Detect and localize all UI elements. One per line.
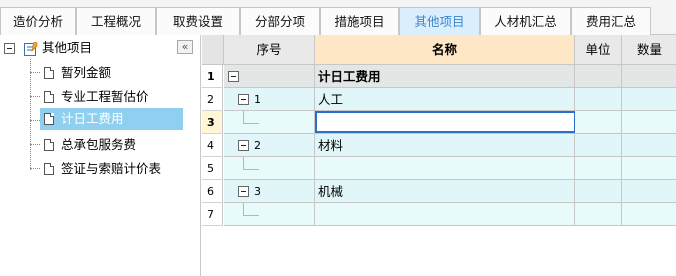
seq-cell[interactable] [224, 203, 315, 226]
seq-value: 1 [254, 93, 261, 106]
tree-connector [243, 215, 259, 216]
tab-labor-material-summary[interactable]: 人材机汇总 [480, 7, 571, 35]
name-cell[interactable] [315, 203, 575, 226]
tree-root[interactable]: 其他项目 [4, 37, 194, 59]
row-number[interactable]: 6 [202, 180, 223, 203]
left-tree-panel: 其他项目 « 暂列金额 专业工程暂估价 计日工费用 总承包服务费 签证与索赔计价… [0, 35, 201, 276]
name-cell[interactable]: 机械 [315, 180, 575, 203]
unit-cell[interactable] [575, 157, 622, 180]
tree-connector [243, 111, 244, 123]
column-header-qty[interactable]: 数量 [622, 35, 676, 65]
document-icon [44, 139, 54, 151]
name-cell[interactable]: 材料 [315, 134, 575, 157]
tab-cost-analysis[interactable]: 造价分析 [0, 7, 76, 35]
tree-connector [243, 123, 259, 124]
seq-cell[interactable]: 1 [224, 88, 315, 111]
qty-cell[interactable] [622, 180, 676, 203]
seq-cell[interactable] [224, 65, 315, 88]
tree-item-provisional-sum[interactable]: 暂列金额 [40, 62, 180, 84]
row-number[interactable]: 7 [202, 203, 223, 226]
folder-list-icon [24, 41, 38, 56]
tree-connector [243, 203, 244, 215]
tree-connector [30, 59, 31, 170]
tree-connector [30, 168, 40, 169]
qty-cell[interactable] [622, 134, 676, 157]
column-header-name[interactable]: 名称 [315, 35, 575, 65]
tree-root-label: 其他项目 [42, 40, 93, 55]
seq-cell[interactable]: 2 [224, 134, 315, 157]
tree-item-label: 总承包服务费 [61, 137, 137, 152]
tree-item-label: 专业工程暂估价 [61, 89, 149, 104]
name-cell[interactable]: 计日工费用 [315, 65, 575, 88]
collapse-panel-button[interactable]: « [177, 40, 193, 54]
row-number[interactable]: 2 [202, 88, 223, 111]
document-icon [44, 91, 54, 103]
grid-empty-area [202, 226, 676, 276]
column-header-seq[interactable]: 序号 [224, 35, 315, 65]
qty-cell[interactable] [622, 65, 676, 88]
row-number[interactable]: 3 [202, 111, 223, 134]
tree-connector [243, 169, 259, 170]
tree-item-specialty-estimate[interactable]: 专业工程暂估价 [40, 86, 180, 108]
row-number[interactable]: 4 [202, 134, 223, 157]
tab-other-items[interactable]: 其他项目 [399, 7, 480, 35]
tab-project-overview[interactable]: 工程概况 [76, 7, 156, 35]
tree-connector [30, 120, 40, 121]
qty-cell[interactable] [622, 157, 676, 180]
name-cell[interactable] [315, 157, 575, 180]
collapse-toggle-icon[interactable] [228, 71, 239, 82]
app-root: 造价分析 工程概况 取费设置 分部分项 措施项目 其他项目 人材机汇总 费用汇总… [0, 0, 676, 276]
tree-connector [243, 157, 244, 169]
seq-value: 2 [254, 139, 261, 152]
unit-cell[interactable] [575, 134, 622, 157]
tree-item-label: 暂列金额 [61, 65, 112, 80]
tab-fee-summary[interactable]: 费用汇总 [571, 7, 651, 35]
tree-item-daywork[interactable]: 计日工费用 [40, 108, 183, 130]
tab-fee-settings[interactable]: 取费设置 [156, 7, 240, 35]
unit-cell[interactable] [575, 203, 622, 226]
qty-cell[interactable] [622, 88, 676, 111]
collapse-toggle-icon[interactable] [238, 140, 249, 151]
document-icon [44, 163, 54, 175]
collapse-toggle-icon[interactable] [238, 186, 249, 197]
tree-connector [30, 144, 40, 145]
tree-item-visa-claims[interactable]: 签证与索赔计价表 [40, 158, 180, 180]
document-icon [44, 67, 54, 79]
collapse-toggle-icon[interactable] [4, 43, 15, 54]
tree-item-general-contract-fee[interactable]: 总承包服务费 [40, 134, 180, 156]
seq-cell[interactable]: 3 [224, 180, 315, 203]
tree-connector [30, 72, 40, 73]
tab-sub-items[interactable]: 分部分项 [240, 7, 320, 35]
collapse-toggle-icon[interactable] [238, 94, 249, 105]
name-cell[interactable]: 人工 [315, 88, 575, 111]
row-number[interactable]: 5 [202, 157, 223, 180]
tab-measure-items[interactable]: 措施项目 [320, 7, 399, 35]
unit-cell[interactable] [575, 65, 622, 88]
qty-cell[interactable] [622, 203, 676, 226]
active-cell-editor[interactable] [315, 111, 576, 133]
daywork-grid: 序号 名称 单位 数量 1 计日工费用 2 1 人工 3 4 2 材料 5 6 … [202, 35, 676, 276]
unit-cell[interactable] [575, 88, 622, 111]
double-chevron-left-icon: « [181, 40, 189, 53]
tree-connector [30, 96, 40, 97]
seq-cell[interactable] [224, 111, 315, 134]
tree-item-label: 计日工费用 [61, 111, 124, 126]
seq-cell[interactable] [224, 157, 315, 180]
qty-cell[interactable] [622, 111, 676, 134]
seq-value: 3 [254, 185, 261, 198]
column-header-unit[interactable]: 单位 [575, 35, 622, 65]
grid-corner[interactable] [202, 35, 224, 65]
module-tab-bar: 造价分析 工程概况 取费设置 分部分项 措施项目 其他项目 人材机汇总 费用汇总 [0, 0, 676, 35]
tree-item-label: 签证与索赔计价表 [61, 161, 162, 176]
document-icon [44, 113, 54, 125]
row-number[interactable]: 1 [202, 65, 223, 88]
unit-cell[interactable] [575, 111, 622, 134]
unit-cell[interactable] [575, 180, 622, 203]
